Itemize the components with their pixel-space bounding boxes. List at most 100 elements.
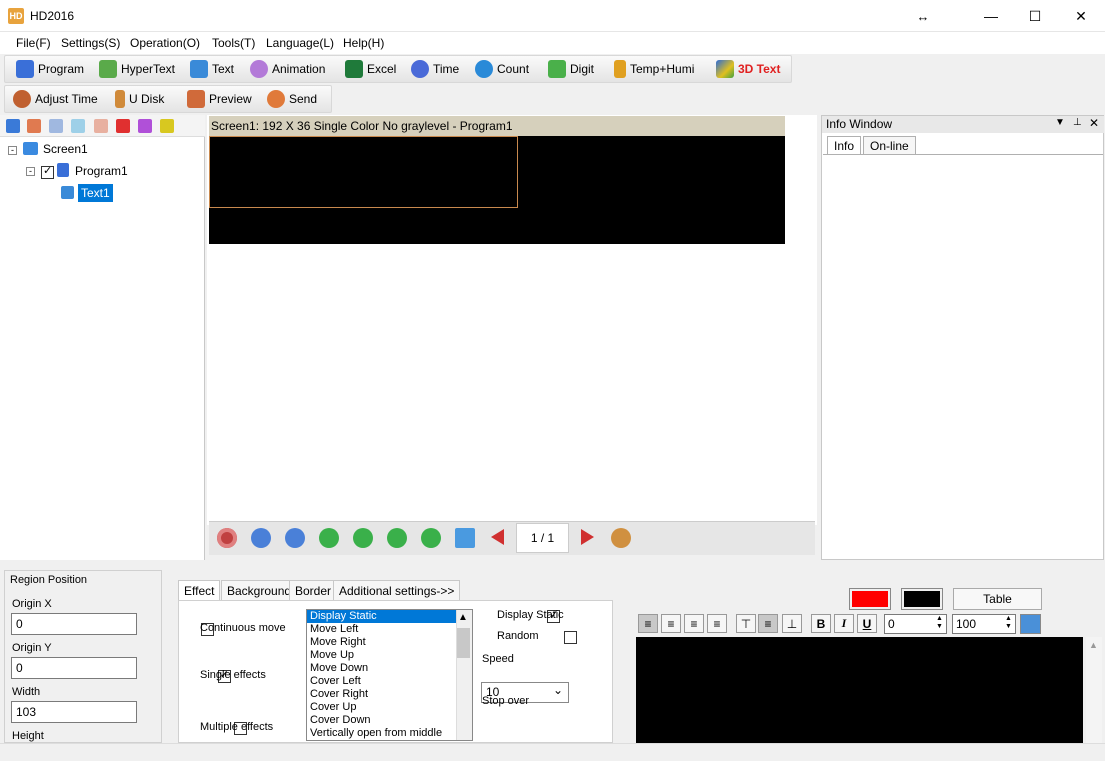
- temp-humi-button[interactable]: Temp+Humi: [614, 57, 694, 81]
- scroll-thumb[interactable]: [457, 628, 470, 658]
- menu-settings[interactable]: Settings(S): [61, 36, 120, 50]
- scroll-up-icon[interactable]: ▲: [1089, 640, 1098, 650]
- scroll-up-icon[interactable]: ▲: [458, 612, 468, 623]
- close-icon[interactable]: ✕: [1089, 116, 1099, 130]
- width-field[interactable]: 103: [11, 701, 137, 723]
- menu-file[interactable]: File(F): [16, 36, 51, 50]
- next-page-icon[interactable]: [581, 529, 594, 545]
- effects-list[interactable]: Display Static Move Left Move Right Move…: [306, 609, 473, 741]
- valign-middle-icon[interactable]: ≡: [758, 614, 778, 633]
- find-icon[interactable]: [160, 119, 174, 133]
- resize-icon: ↔: [916, 8, 930, 24]
- check-icon[interactable]: [138, 119, 152, 133]
- tree-program1[interactable]: Program1: [75, 164, 128, 178]
- spinner-icon[interactable]: ▲ ▼: [1005, 615, 1012, 631]
- move-down-icon[interactable]: [94, 119, 108, 133]
- tree-screen1[interactable]: Screen1: [43, 142, 88, 156]
- program-button[interactable]: Program: [16, 57, 84, 81]
- collapse-icon[interactable]: -: [8, 146, 17, 155]
- dropdown-icon[interactable]: ▼: [1055, 117, 1065, 128]
- list-item[interactable]: Cover Down: [307, 714, 472, 727]
- excel-button[interactable]: Excel: [345, 57, 396, 81]
- tab-border[interactable]: Border: [289, 580, 338, 600]
- background-color-button[interactable]: [901, 588, 943, 610]
- minimize-button[interactable]: —: [968, 0, 1014, 32]
- arrow-up-icon[interactable]: [387, 528, 407, 548]
- list-item[interactable]: Move Right: [307, 636, 472, 649]
- editor-scrollbar[interactable]: [1086, 637, 1102, 743]
- text-region-box[interactable]: [209, 136, 518, 208]
- paste-icon[interactable]: [49, 119, 63, 133]
- menu-help[interactable]: Help(H): [343, 36, 384, 50]
- hypertext-button[interactable]: HyperText: [99, 57, 175, 81]
- 3d-text-button[interactable]: 3D Text: [716, 57, 780, 81]
- send-button[interactable]: Send: [267, 87, 317, 111]
- u-disk-button[interactable]: U Disk: [115, 87, 164, 111]
- preview-button[interactable]: Preview: [187, 87, 252, 111]
- digit-button[interactable]: Digit: [548, 57, 594, 81]
- pause-icon[interactable]: [217, 528, 237, 548]
- menu-tools[interactable]: Tools(T): [212, 36, 255, 50]
- program1-checkbox[interactable]: [41, 164, 54, 180]
- tab-info[interactable]: Info: [827, 136, 862, 154]
- list-item[interactable]: Move Left: [307, 623, 472, 636]
- list-item[interactable]: Cover Up: [307, 701, 472, 714]
- tab-background[interactable]: Background: [221, 580, 298, 600]
- delete-icon[interactable]: [116, 119, 130, 133]
- tab-online[interactable]: On-line: [863, 136, 916, 154]
- count-button[interactable]: Count: [475, 57, 529, 81]
- underline-icon[interactable]: U: [857, 614, 877, 633]
- menu-operation[interactable]: Operation(O): [130, 36, 200, 50]
- tab-effect[interactable]: Effect: [178, 580, 221, 600]
- info-window: [821, 115, 1104, 560]
- list-item[interactable]: Vertically open from middle: [307, 727, 472, 740]
- close-button[interactable]: ✕: [1058, 0, 1104, 32]
- height-label: Height: [12, 730, 44, 742]
- settings-wheel-icon[interactable]: [611, 528, 631, 548]
- align-right-icon[interactable]: ≡: [684, 614, 704, 633]
- tab-additional-settings[interactable]: Additional settings->>: [333, 580, 461, 600]
- random-checkbox[interactable]: [563, 631, 577, 645]
- list-item[interactable]: Move Up: [307, 649, 472, 662]
- time-button[interactable]: Time: [411, 57, 459, 81]
- zoom-in-icon[interactable]: [251, 528, 271, 548]
- list-item[interactable]: Cover Left: [307, 675, 472, 688]
- program-icon: [57, 163, 69, 177]
- list-item[interactable]: Move Down: [307, 662, 472, 675]
- text-button[interactable]: Text: [190, 57, 234, 81]
- italic-icon[interactable]: I: [834, 614, 854, 633]
- menu-language[interactable]: Language(L): [266, 36, 334, 50]
- origin-y-label: Origin Y: [12, 642, 52, 654]
- continuous-move-label: Continuous move: [200, 622, 286, 634]
- list-item[interactable]: Cover Right: [307, 688, 472, 701]
- origin-y-field[interactable]: 0: [11, 657, 137, 679]
- image-icon[interactable]: [1020, 614, 1041, 634]
- valign-top-icon[interactable]: ⊤: [736, 614, 756, 633]
- bold-icon[interactable]: B: [811, 614, 831, 633]
- animation-button[interactable]: Animation: [250, 57, 325, 81]
- collapse-icon[interactable]: -: [26, 167, 35, 176]
- arrow-down-icon[interactable]: [421, 528, 441, 548]
- spinner-icon[interactable]: ▲ ▼: [936, 615, 943, 631]
- align-center-icon[interactable]: ≡: [661, 614, 681, 633]
- align-left-icon[interactable]: ≡: [638, 614, 658, 633]
- align-justify-icon[interactable]: ≡: [707, 614, 727, 633]
- add-screen-icon[interactable]: [6, 119, 20, 133]
- adjust-time-button[interactable]: Adjust Time: [13, 87, 98, 111]
- maximize-button[interactable]: ☐: [1012, 0, 1058, 32]
- table-button[interactable]: Table: [953, 588, 1042, 610]
- move-all-icon[interactable]: [455, 528, 475, 548]
- pin-icon[interactable]: ⊥: [1073, 117, 1082, 128]
- zoom-out-icon[interactable]: [285, 528, 305, 548]
- tree-text1[interactable]: Text1: [78, 184, 113, 202]
- arrow-left-icon[interactable]: [319, 528, 339, 548]
- list-item[interactable]: Display Static: [307, 610, 472, 623]
- origin-x-field[interactable]: 0: [11, 613, 137, 635]
- text-editor[interactable]: [636, 637, 1083, 743]
- valign-bottom-icon[interactable]: ⊥: [782, 614, 802, 633]
- arrow-right-icon[interactable]: [353, 528, 373, 548]
- move-up-icon[interactable]: [71, 119, 85, 133]
- foreground-color-button[interactable]: [849, 588, 891, 610]
- previous-page-icon[interactable]: [491, 529, 504, 545]
- copy-icon[interactable]: [27, 119, 41, 133]
